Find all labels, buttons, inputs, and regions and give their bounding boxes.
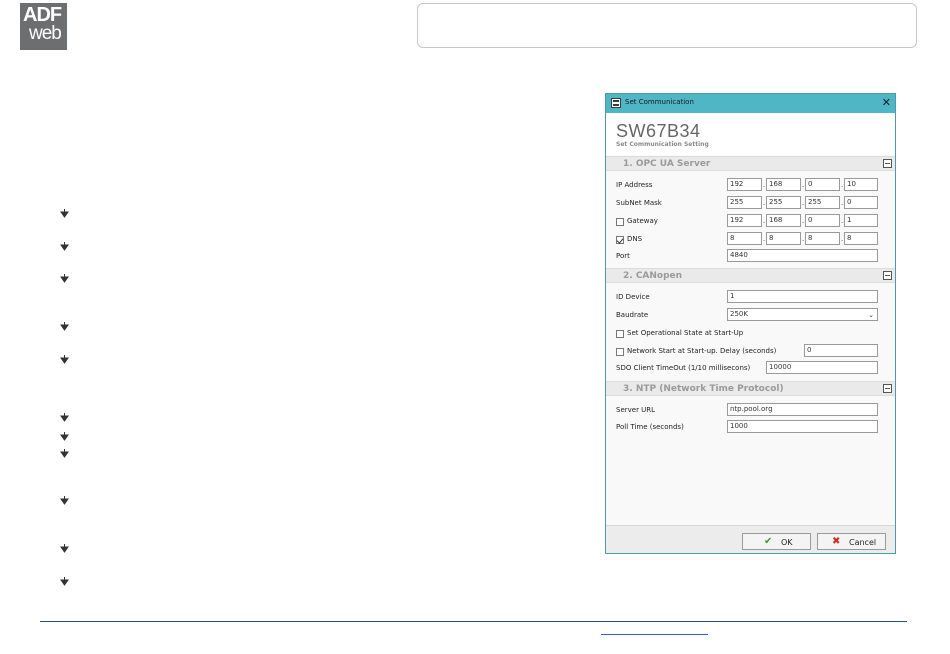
section-opc-ua-server[interactable]: 1. OPC UA Server <box>606 156 895 171</box>
adfweb-logo: ADF web <box>20 3 67 50</box>
dialog-titlebar[interactable]: Set Communication ✕ <box>606 94 895 113</box>
bullet-arrow-icon <box>60 322 69 331</box>
baudrate-label: Baudrate <box>616 311 649 319</box>
ip-dot: . <box>763 181 766 189</box>
cancel-button[interactable]: ✖ Cancel <box>817 533 886 550</box>
dns-dot: . <box>802 235 805 243</box>
gateway-dot: . <box>841 217 844 225</box>
footer-link[interactable] <box>601 634 708 635</box>
bullet-arrow-icon <box>60 274 69 283</box>
device-header: SW67B34 Set Communication Setting <box>606 113 895 155</box>
ok-button[interactable]: ✔ OK <box>742 533 811 550</box>
ip-dot: . <box>841 181 844 189</box>
set-operational-checkbox[interactable] <box>616 330 624 338</box>
collapse-icon[interactable] <box>883 271 892 280</box>
gateway-dot: . <box>802 217 805 225</box>
section-title: 3. NTP (Network Time Protocol) <box>623 384 784 394</box>
red-x-icon: ✖ <box>832 536 841 547</box>
gateway-octet-4[interactable]: 1 <box>844 214 878 227</box>
gateway-octet-3[interactable]: 0 <box>805 214 840 227</box>
id-device-input[interactable]: 1 <box>727 290 878 303</box>
port-label: Port <box>616 252 630 260</box>
check-icon: ✔ <box>764 536 773 547</box>
subnet-octet-3[interactable]: 255 <box>805 196 840 209</box>
subnet-dot: . <box>841 199 844 207</box>
baudrate-select[interactable]: 250K ⌄ <box>727 308 878 321</box>
set-operational-label: Set Operational State at Start-Up <box>627 329 744 337</box>
server-url-input[interactable]: ntp.pool.org <box>727 403 878 416</box>
dialog-content: 1. OPC UA Server IP Address 192 . 168 . … <box>606 155 895 525</box>
bullet-arrow-icon <box>60 413 69 422</box>
subnet-octet-2[interactable]: 255 <box>766 196 801 209</box>
dns-checkbox[interactable] <box>616 236 624 244</box>
sdo-timeout-input[interactable]: 10000 <box>766 361 878 374</box>
subnet-dot: . <box>763 199 766 207</box>
logo-text-web: web <box>29 23 62 44</box>
dns-dot: . <box>841 235 844 243</box>
ip-octet-4[interactable]: 10 <box>844 178 878 191</box>
bullet-arrow-icon <box>60 209 69 218</box>
bullet-arrow-icon <box>60 242 69 251</box>
bullet-arrow-icon <box>60 355 69 364</box>
ip-octet-3[interactable]: 0 <box>805 178 840 191</box>
port-input[interactable]: 4840 <box>727 249 878 262</box>
bullet-arrow-icon <box>60 432 69 441</box>
dns-octet-3[interactable]: 8 <box>805 232 840 245</box>
footer-divider <box>40 621 907 622</box>
ip-dot: . <box>802 181 805 189</box>
poll-time-input[interactable]: 1000 <box>727 420 878 433</box>
bullet-arrow-icon <box>60 577 69 586</box>
gateway-octet-2[interactable]: 168 <box>766 214 801 227</box>
gateway-dot: . <box>763 217 766 225</box>
dialog-button-bar: ✔ OK ✖ Cancel <box>606 525 895 553</box>
ip-octet-2[interactable]: 168 <box>766 178 801 191</box>
gateway-checkbox[interactable] <box>616 218 624 226</box>
device-subtitle: Set Communication Setting <box>616 141 709 148</box>
bullet-arrow-icon <box>60 449 69 458</box>
id-device-label: ID Device <box>616 293 650 301</box>
collapse-icon[interactable] <box>883 384 892 393</box>
baudrate-value: 250K <box>730 310 748 318</box>
cancel-button-label: Cancel <box>849 538 877 547</box>
subnet-octet-1[interactable]: 255 <box>727 196 762 209</box>
gateway-label: Gateway <box>627 217 658 225</box>
section-ntp[interactable]: 3. NTP (Network Time Protocol) <box>606 381 895 396</box>
device-name: SW67B34 <box>616 121 701 141</box>
chevron-down-icon[interactable]: ⌄ <box>868 310 874 320</box>
network-start-checkbox[interactable] <box>616 348 624 356</box>
dns-octet-1[interactable]: 8 <box>727 232 762 245</box>
dns-octet-4[interactable]: 8 <box>844 232 878 245</box>
gateway-octet-1[interactable]: 192 <box>727 214 762 227</box>
bullet-arrow-icon <box>60 544 69 553</box>
network-start-label: Network Start at Start-up. Delay (second… <box>627 347 777 355</box>
subnet-mask-label: SubNet Mask <box>616 199 662 207</box>
poll-time-label: Poll Time (seconds) <box>616 423 684 431</box>
close-icon[interactable]: ✕ <box>882 96 891 110</box>
sdo-timeout-label: SDO Client TimeOut (1/10 millisecons) <box>616 364 751 372</box>
bullet-arrow-icon <box>60 496 69 505</box>
collapse-icon[interactable] <box>883 159 892 168</box>
ip-octet-1[interactable]: 192 <box>727 178 762 191</box>
dialog-title: Set Communication <box>625 98 694 106</box>
app-window-icon <box>611 98 621 108</box>
dns-dot: . <box>763 235 766 243</box>
ok-button-label: OK <box>781 538 793 547</box>
section-title: 1. OPC UA Server <box>623 159 711 169</box>
header-frame <box>417 3 917 48</box>
ip-address-label: IP Address <box>616 181 653 189</box>
server-url-label: Server URL <box>616 406 656 414</box>
subnet-dot: . <box>802 199 805 207</box>
network-start-delay-input[interactable]: 0 <box>804 344 878 357</box>
dns-label: DNS <box>627 235 643 243</box>
section-canopen[interactable]: 2. CANopen <box>606 268 895 283</box>
set-communication-dialog: Set Communication ✕ SW67B34 Set Communic… <box>605 93 896 554</box>
subnet-octet-4[interactable]: 0 <box>844 196 878 209</box>
section-title: 2. CANopen <box>623 271 683 281</box>
dns-octet-2[interactable]: 8 <box>766 232 801 245</box>
